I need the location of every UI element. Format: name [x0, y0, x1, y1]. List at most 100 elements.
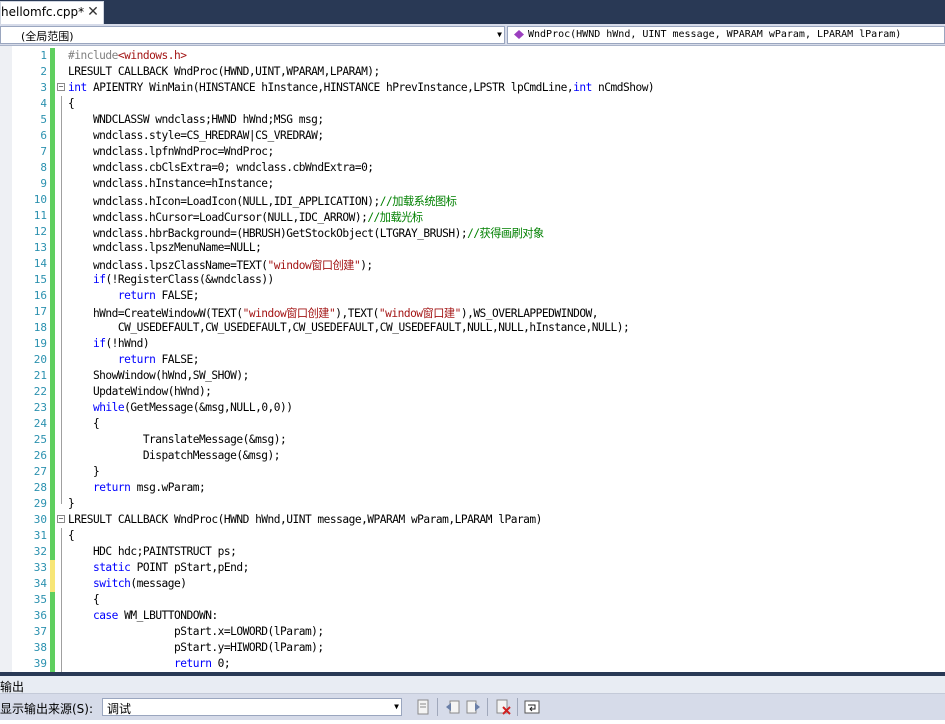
output-source-select[interactable]: 调试 ▼ [102, 698, 402, 716]
code-text: ShowWindow(hWnd,SW_SHOW); [68, 369, 249, 382]
code-line[interactable]: 12 wndclass.hbrBackground=(HBRUSH)GetSto… [0, 224, 945, 240]
next-message-icon[interactable] [464, 698, 482, 716]
fold-guide [61, 336, 62, 352]
comment-token: //加载系统图标 [379, 195, 457, 208]
code-line[interactable]: 15 if(!RegisterClass(&wndclass)) [0, 272, 945, 288]
code-line[interactable]: 37 pStart.x=LOWORD(lParam); [0, 624, 945, 640]
code-line[interactable]: 24 { [0, 416, 945, 432]
code-text: if(!RegisterClass(&wndclass)) [68, 273, 274, 286]
previous-message-icon[interactable] [444, 698, 462, 716]
code-line[interactable]: 22 UpdateWindow(hWnd); [0, 384, 945, 400]
code-line[interactable]: 36 case WM_LBUTTONDOWN: [0, 608, 945, 624]
change-marker [50, 112, 55, 128]
code-text: switch(message) [68, 577, 187, 590]
code-line[interactable]: 7 wndclass.lpfnWndProc=WndProc; [0, 144, 945, 160]
line-number: 30 [33, 513, 47, 526]
code-line[interactable]: 2 LRESULT CALLBACK WndProc(HWND,UINT,WPAR… [0, 64, 945, 80]
code-line[interactable]: 3− int APIENTRY WinMain(HINSTANCE hInstan… [0, 80, 945, 96]
line-number: 17 [33, 305, 47, 318]
code-line[interactable]: 11 wndclass.hCursor=LoadCursor(NULL,IDC_… [0, 208, 945, 224]
code-line[interactable]: 17 hWnd=CreateWindowW(TEXT("window窗口创建")… [0, 304, 945, 320]
code-line[interactable]: 13 wndclass.lpszMenuName=NULL; [0, 240, 945, 256]
collapse-icon[interactable]: − [57, 83, 65, 91]
document-tab-bar: hellomfc.cpp* ✕ [0, 0, 945, 24]
code-line[interactable]: 27 } [0, 464, 945, 480]
code-line[interactable]: 14 wndclass.lpszClassName=TEXT("window窗口… [0, 256, 945, 272]
code-line[interactable]: 6 wndclass.style=CS_HREDRAW|CS_VREDRAW; [0, 128, 945, 144]
code-line[interactable]: 34 switch(message) [0, 576, 945, 592]
code-line[interactable]: 5 WNDCLASSW wndclass;HWND hWnd;MSG msg; [0, 112, 945, 128]
code-text: wndclass.hInstance=hInstance; [68, 177, 274, 190]
code-token: (GetMessage(&msg,NULL,0,0)) [124, 401, 293, 414]
code-line[interactable]: 18 CW_USEDEFAULT,CW_USEDEFAULT,CW_USEDEF… [0, 320, 945, 336]
code-line[interactable]: 39 return 0; [0, 656, 945, 672]
chevron-down-icon: ▼ [497, 30, 502, 39]
clear-all-icon[interactable] [494, 698, 512, 716]
fold-guide [61, 272, 62, 288]
fold-guide [61, 608, 62, 624]
code-text: return FALSE; [68, 353, 200, 366]
line-number: 36 [33, 609, 47, 622]
change-marker [50, 160, 55, 176]
change-marker [50, 48, 55, 64]
line-number: 24 [33, 417, 47, 430]
change-marker [50, 640, 55, 656]
code-text: } [68, 465, 100, 478]
code-line[interactable]: 20 return FALSE; [0, 352, 945, 368]
code-line[interactable]: 4{ [0, 96, 945, 112]
tab-hellomfc-cpp[interactable]: hellomfc.cpp* ✕ [0, 1, 104, 24]
code-line[interactable]: 19 if(!hWnd) [0, 336, 945, 352]
code-line[interactable]: 31 { [0, 528, 945, 544]
code-token: DispatchMessage(&msg); [68, 449, 281, 462]
change-marker [50, 432, 55, 448]
code-token: WNDCLASSW wndclass;HWND hWnd;MSG msg; [68, 113, 324, 126]
change-marker [50, 416, 55, 432]
code-text: wndclass.lpszClassName=TEXT("window窗口创建"… [68, 257, 373, 273]
code-text: } [68, 497, 75, 510]
code-line[interactable]: 25 TranslateMessage(&msg); [0, 432, 945, 448]
code-text: wndclass.hIcon=LoadIcon(NULL,IDI_APPLICA… [68, 193, 457, 209]
code-text: CW_USEDEFAULT,CW_USEDEFAULT,CW_USEDEFAUL… [68, 321, 630, 334]
code-line[interactable]: 1 #include<windows.h> [0, 48, 945, 64]
fold-guide [61, 576, 62, 592]
scope-dropdown[interactable]: (全局范围) ▼ [0, 26, 505, 44]
toolbar-separator [487, 698, 488, 716]
code-line[interactable]: 38 pStart.y=HIWORD(lParam); [0, 640, 945, 656]
code-editor[interactable]: 1 #include<windows.h> 2 LRESULT CALLBACK Wn… [0, 46, 945, 672]
code-line[interactable]: 33 static POINT pStart,pEnd; [0, 560, 945, 576]
fold-guide [61, 640, 62, 656]
code-line[interactable]: 9 wndclass.hInstance=hInstance; [0, 176, 945, 192]
fold-guide [61, 304, 62, 320]
line-number: 8 [40, 161, 47, 174]
method-icon [514, 30, 524, 39]
line-number: 20 [33, 353, 47, 366]
code-text: return FALSE; [68, 289, 200, 302]
code-line[interactable]: 32 HDC hdc;PAINTSTRUCT ps; [0, 544, 945, 560]
line-number: 6 [40, 129, 47, 142]
code-line[interactable]: 23 while(GetMessage(&msg,NULL,0,0)) [0, 400, 945, 416]
code-token: POINT pStart,pEnd; [130, 561, 250, 574]
keyword-token: if [92, 337, 106, 350]
code-line[interactable]: 8 wndclass.cbClsExtra=0; wndclass.cbWndE… [0, 160, 945, 176]
go-to-location-icon[interactable] [414, 698, 432, 716]
code-line[interactable]: 28 return msg.wParam; [0, 480, 945, 496]
collapse-icon[interactable]: − [57, 515, 65, 523]
code-line[interactable]: 35 { [0, 592, 945, 608]
close-icon[interactable]: ✕ [85, 3, 101, 21]
code-line[interactable]: 10 wndclass.hIcon=LoadIcon(NULL,IDI_APPL… [0, 192, 945, 208]
change-marker [50, 400, 55, 416]
code-line[interactable]: 29} [0, 496, 945, 512]
code-token: ); [360, 259, 373, 272]
keyword-token: int [68, 81, 87, 94]
code-line[interactable]: 21 ShowWindow(hWnd,SW_SHOW); [0, 368, 945, 384]
word-wrap-icon[interactable] [523, 698, 541, 716]
code-line[interactable]: 16 return FALSE; [0, 288, 945, 304]
code-line[interactable]: 30 − LRESULT CALLBACK WndProc(HWND hWnd,UI… [0, 512, 945, 528]
fold-guide [61, 112, 62, 128]
comment-token: //获得画刷对象 [467, 227, 544, 240]
fold-guide [61, 384, 62, 400]
code-line[interactable]: 26 DispatchMessage(&msg); [0, 448, 945, 464]
code-text: wndclass.hbrBackground=(HBRUSH)GetStockO… [68, 225, 544, 241]
function-dropdown[interactable]: WndProc(HWND hWnd, UINT message, WPARAM … [507, 26, 945, 44]
